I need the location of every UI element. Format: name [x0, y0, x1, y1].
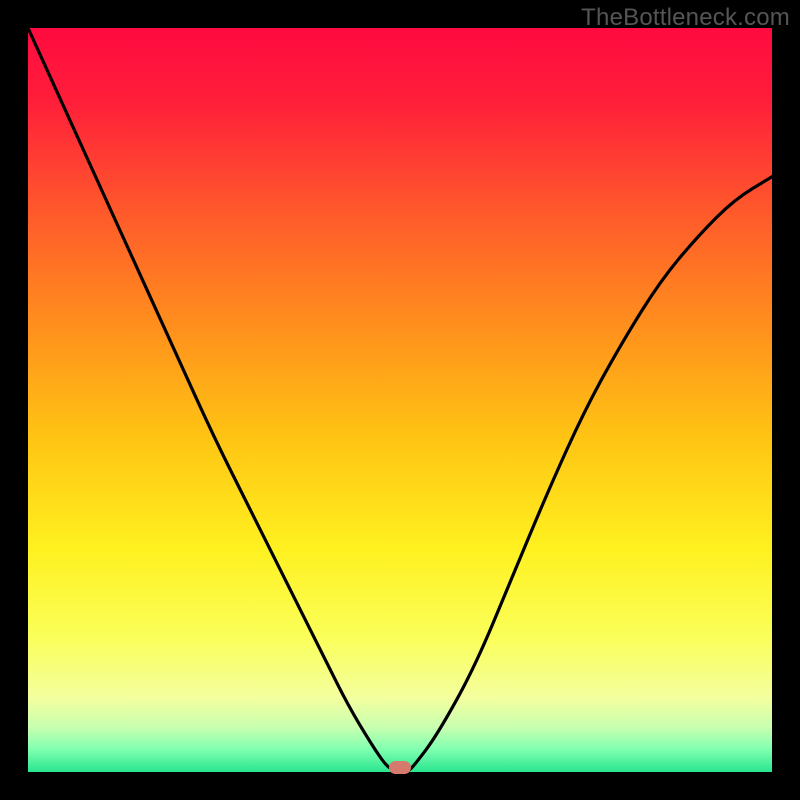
optimal-point-marker: [389, 761, 411, 774]
chart-frame: TheBottleneck.com: [0, 0, 800, 800]
watermark-text: TheBottleneck.com: [581, 4, 790, 32]
gradient-background: [28, 28, 772, 772]
plot-area: [28, 28, 772, 772]
bottleneck-plot: [28, 28, 772, 772]
